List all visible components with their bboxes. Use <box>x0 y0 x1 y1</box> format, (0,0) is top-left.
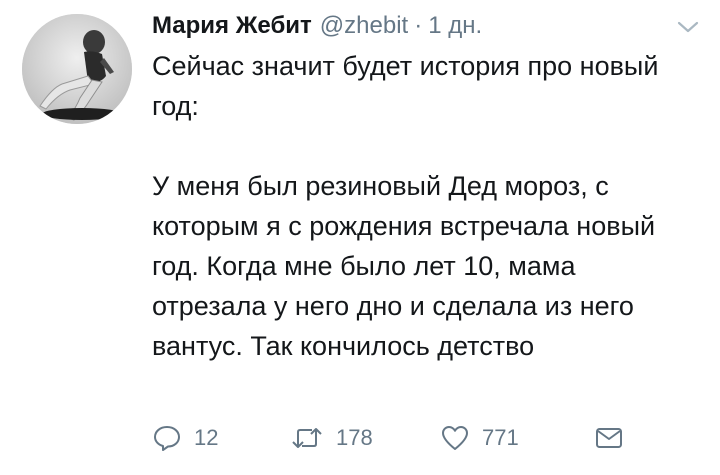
tweet-actions: 12 178 771 <box>152 418 672 458</box>
direct-message-icon <box>594 423 624 453</box>
like-button[interactable]: 771 <box>440 418 519 458</box>
tweet-card: Мария Жебит @zhebit · 1 дн. Сейчас значи… <box>0 0 720 475</box>
like-count: 771 <box>482 425 519 450</box>
separator-dot: · <box>414 12 423 39</box>
reply-icon <box>152 423 182 453</box>
avatar[interactable] <box>22 14 132 124</box>
reply-button[interactable]: 12 <box>152 418 218 458</box>
retweet-button[interactable]: 178 <box>290 418 373 458</box>
tweet-text: Сейчас значит будет история про новый го… <box>152 46 672 366</box>
retweet-count: 178 <box>336 425 373 450</box>
like-icon <box>440 423 470 453</box>
chevron-down-icon[interactable] <box>675 18 701 36</box>
tweet-timestamp[interactable]: 1 дн. <box>428 11 482 41</box>
tweet-paragraph: Сейчас значит будет история про новый го… <box>152 51 659 121</box>
reply-count: 12 <box>194 425 219 450</box>
author-handle[interactable]: @zhebit <box>320 11 408 41</box>
retweet-icon <box>290 423 324 453</box>
direct-message-button[interactable] <box>594 418 624 458</box>
tweet-header: Мария Жебит @zhebit · 1 дн. <box>152 11 482 41</box>
tweet-paragraph: У меня был резиновый Дед мороз, с которы… <box>152 171 656 361</box>
avatar-photo <box>22 14 132 124</box>
author-name[interactable]: Мария Жебит <box>152 11 312 41</box>
